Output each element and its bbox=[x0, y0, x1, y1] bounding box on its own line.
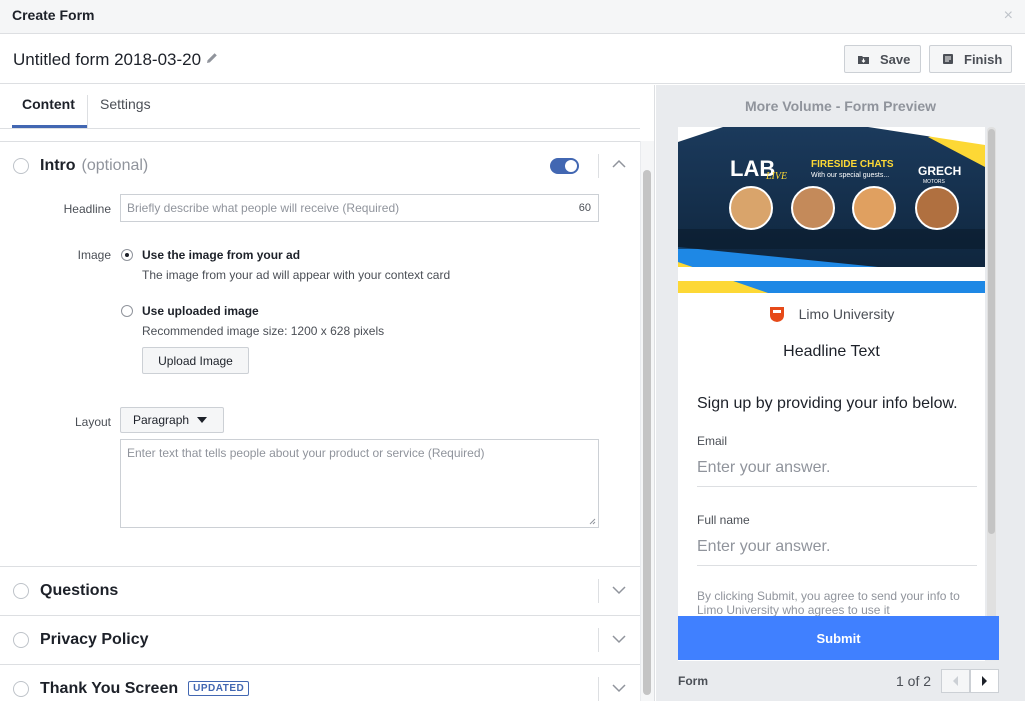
image-label: Image bbox=[77, 248, 111, 262]
brand-row: Limo University bbox=[678, 305, 985, 323]
chevron-left-icon bbox=[953, 676, 958, 686]
preview-scrollbar-thumb[interactable] bbox=[988, 129, 995, 534]
headline-input[interactable]: Briefly describe what people will receiv… bbox=[120, 194, 599, 222]
upload-image-button[interactable]: Upload Image bbox=[142, 347, 249, 374]
banner-logo-sub: LIVE bbox=[765, 171, 787, 182]
image-from-ad-radio[interactable] bbox=[121, 249, 133, 261]
headline-placeholder: Briefly describe what people will receiv… bbox=[127, 201, 400, 215]
active-tab-indicator bbox=[12, 125, 87, 128]
pencil-icon[interactable] bbox=[205, 51, 219, 65]
previous-page-button[interactable] bbox=[941, 669, 970, 693]
editor-scrollbar-thumb[interactable] bbox=[643, 170, 651, 695]
chevron-right-icon bbox=[982, 676, 987, 686]
preview-panel: More Volume - Form Preview LAB LIVE FIRE… bbox=[656, 85, 1025, 701]
questions-status-circle bbox=[13, 583, 29, 599]
image-from-ad-desc: The image from your ad will appear with … bbox=[142, 268, 451, 282]
divider bbox=[598, 628, 599, 652]
brand-logo-icon bbox=[769, 307, 784, 322]
headline-label: Headline bbox=[63, 202, 111, 216]
chevron-down-icon[interactable] bbox=[612, 684, 626, 693]
tab-content[interactable]: Content bbox=[22, 96, 75, 112]
headline-char-counter: 60 bbox=[578, 202, 591, 214]
finish-button[interactable]: Finish bbox=[929, 45, 1012, 73]
tab-bar: Content Settings bbox=[0, 85, 640, 129]
save-icon bbox=[858, 56, 869, 64]
intro-section-title[interactable]: Intro (optional) bbox=[40, 157, 148, 175]
layout-label: Layout bbox=[74, 415, 111, 429]
privacy-status-circle bbox=[13, 632, 29, 648]
preview-headline: Headline Text bbox=[783, 343, 880, 360]
intro-body-placeholder: Enter text that tells people about your … bbox=[127, 446, 485, 460]
questions-section-title[interactable]: Questions bbox=[40, 582, 118, 600]
editor-panel: Content Settings Intro (optional) Headlin… bbox=[0, 85, 655, 701]
caret-down-icon bbox=[197, 417, 208, 423]
privacy-section-title[interactable]: Privacy Policy bbox=[40, 631, 149, 649]
updated-badge: UPDATED bbox=[188, 681, 250, 696]
form-preview-card: LAB LIVE FIRESIDE CHATS With our special… bbox=[678, 127, 985, 661]
divider bbox=[598, 154, 599, 178]
resize-handle-icon[interactable] bbox=[589, 518, 596, 525]
banner-image: LAB LIVE FIRESIDE CHATS With our special… bbox=[678, 127, 985, 293]
toggle-knob bbox=[565, 160, 577, 172]
close-icon[interactable]: × bbox=[1004, 7, 1013, 25]
intro-body-textarea[interactable]: Enter text that tells people about your … bbox=[120, 439, 599, 528]
signup-text: Sign up by providing your info below. bbox=[697, 395, 958, 412]
divider bbox=[0, 566, 640, 567]
preview-title: More Volume - Form Preview bbox=[744, 98, 937, 114]
divider bbox=[0, 615, 640, 616]
form-name[interactable]: Untitled form 2018-03-20 bbox=[13, 50, 201, 70]
full-name-label: Full name bbox=[697, 513, 750, 527]
chevron-up-icon[interactable] bbox=[612, 159, 626, 168]
brand-name: Limo University bbox=[798, 306, 895, 322]
thankyou-title: Thank You Screen bbox=[40, 680, 179, 697]
thankyou-status-circle bbox=[13, 681, 29, 697]
email-label: Email bbox=[697, 434, 728, 448]
finish-icon bbox=[943, 54, 953, 64]
email-field[interactable]: Enter your answer. bbox=[697, 459, 977, 487]
save-button[interactable]: Save bbox=[844, 45, 921, 73]
intro-optional-label: (optional) bbox=[81, 157, 149, 174]
thankyou-section-title[interactable]: Thank You Screen UPDATED bbox=[40, 680, 250, 698]
uploaded-image-title[interactable]: Use uploaded image bbox=[142, 304, 259, 318]
tab-settings[interactable]: Settings bbox=[100, 96, 151, 112]
tab-divider bbox=[87, 95, 88, 129]
banner-heading: FIRESIDE CHATS bbox=[811, 159, 894, 170]
window-title: Create Form bbox=[12, 7, 95, 23]
layout-value: Paragraph bbox=[133, 413, 190, 427]
layout-dropdown[interactable]: Paragraph bbox=[120, 407, 224, 433]
divider bbox=[598, 579, 599, 603]
uploaded-image-radio[interactable] bbox=[121, 305, 133, 317]
full-name-field[interactable]: Enter your answer. bbox=[697, 538, 977, 566]
intro-status-circle bbox=[13, 158, 29, 174]
next-page-button[interactable] bbox=[970, 669, 999, 693]
consent-disclaimer: By clicking Submit, you agree to send yo… bbox=[697, 589, 960, 617]
intro-title: Intro bbox=[40, 157, 76, 174]
banner-sponsor-sub: MOTORS bbox=[923, 179, 946, 185]
chevron-down-icon[interactable] bbox=[612, 635, 626, 644]
preview-footer-label: Form bbox=[678, 674, 708, 688]
intro-toggle[interactable] bbox=[550, 158, 579, 174]
uploaded-image-desc: Recommended image size: 1200 x 628 pixel… bbox=[142, 324, 385, 338]
divider bbox=[0, 664, 640, 665]
divider bbox=[598, 677, 599, 701]
form-header: Untitled form 2018-03-20 Save Finish bbox=[0, 34, 1025, 84]
window-titlebar: Create Form × bbox=[0, 0, 1025, 34]
image-from-ad-title[interactable]: Use the image from your ad bbox=[142, 248, 300, 262]
divider bbox=[0, 141, 640, 142]
finish-label: Finish bbox=[964, 51, 1003, 67]
banner-subheading: With our special guests... bbox=[811, 172, 889, 179]
chevron-down-icon[interactable] bbox=[612, 586, 626, 595]
banner-sponsor: GRECH bbox=[918, 164, 961, 178]
page-indicator: 1 of 2 bbox=[896, 673, 932, 689]
submit-button[interactable]: Submit bbox=[678, 616, 999, 660]
save-label: Save bbox=[880, 51, 911, 67]
